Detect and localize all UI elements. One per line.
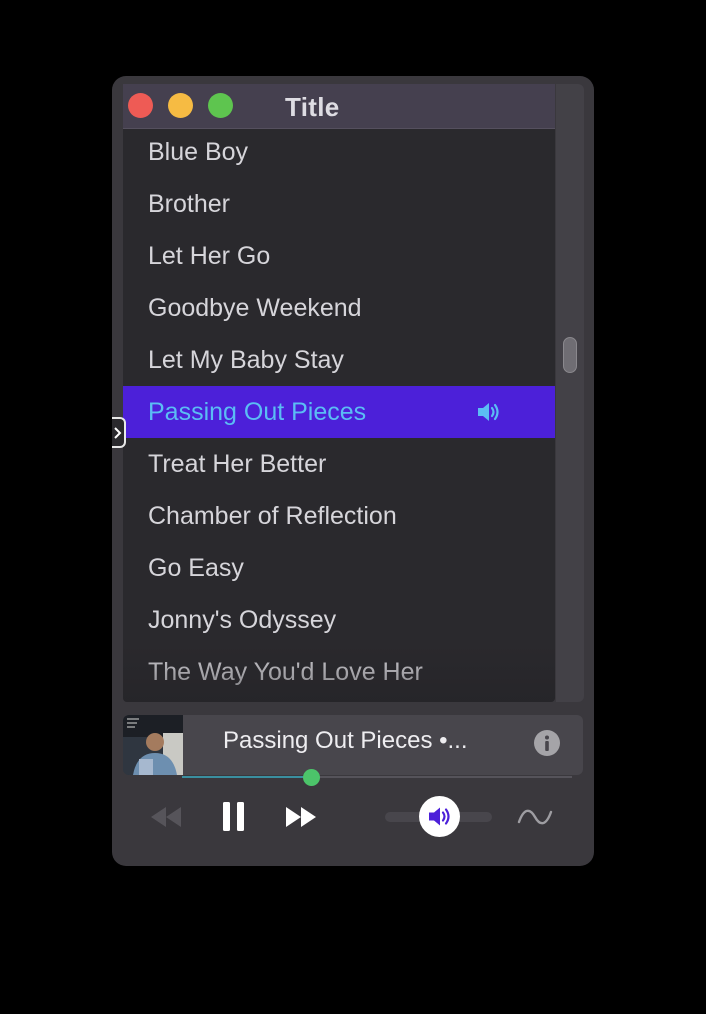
playlist-panel: Title Blue Boy Brother Let Her Go Goodby… <box>123 84 555 702</box>
track-title: Blue Boy <box>148 138 249 166</box>
track-title: Passing Out Pieces <box>148 398 367 426</box>
track-title: Chamber of Reflection <box>148 502 397 530</box>
minimize-button[interactable] <box>168 93 193 118</box>
pause-icon[interactable] <box>222 801 246 832</box>
speaker-icon <box>429 807 450 826</box>
track-title: Treat Her Better <box>148 450 327 478</box>
track-row[interactable]: Let My Baby Stay <box>123 334 555 386</box>
track-row[interactable]: Chamber of Reflection <box>123 490 555 542</box>
track-row[interactable]: Brother <box>123 178 555 230</box>
speaker-icon <box>478 403 499 421</box>
track-title: Let Her Go <box>148 242 271 270</box>
sidebar-toggle[interactable] <box>112 417 126 448</box>
track-row[interactable]: The Way You'd Love Her <box>123 646 555 698</box>
now-playing-title: Passing Out Pieces •... <box>223 727 468 755</box>
now-playing-track: Passing Out Pieces <box>223 727 433 754</box>
track-row[interactable]: Jonny's Odyssey <box>123 594 555 646</box>
progress-fill <box>182 776 311 778</box>
track-row[interactable]: Blue Boy <box>123 126 555 178</box>
track-row[interactable]: Goodbye Weekend <box>123 282 555 334</box>
album-art-image <box>123 715 183 775</box>
track-title: Jonny's Odyssey <box>148 606 337 634</box>
volume-knob[interactable] <box>419 796 460 837</box>
track-title: Goodbye Weekend <box>148 294 362 322</box>
window-title: Title <box>285 92 340 122</box>
now-playing-bar[interactable]: Passing Out Pieces •... <box>123 715 583 775</box>
track-row[interactable]: Go Easy <box>123 542 555 594</box>
now-playing-suffix: •... <box>432 727 468 754</box>
track-title: Let My Baby Stay <box>148 346 344 374</box>
wave-icon[interactable] <box>516 804 554 830</box>
title-bar[interactable]: Title <box>123 84 555 129</box>
track-title: Brother <box>148 190 230 218</box>
track-row[interactable]: Let Her Go <box>123 230 555 282</box>
progress-knob[interactable] <box>303 769 320 786</box>
scrollbar-thumb[interactable] <box>563 337 577 373</box>
track-title: Go Easy <box>148 554 244 582</box>
track-row-playing[interactable]: Passing Out Pieces <box>123 386 555 438</box>
album-art <box>123 715 183 775</box>
scrollbar[interactable] <box>556 84 584 702</box>
close-button[interactable] <box>128 93 153 118</box>
info-icon[interactable] <box>534 730 560 756</box>
maximize-button[interactable] <box>208 93 233 118</box>
chevron-right-icon <box>114 427 122 439</box>
player-window: Title Blue Boy Brother Let Her Go Goodby… <box>112 76 594 866</box>
track-row[interactable]: Treat Her Better <box>123 438 555 490</box>
track-title: The Way You'd Love Her <box>148 658 423 686</box>
rewind-icon[interactable] <box>148 804 184 830</box>
fast-forward-icon[interactable] <box>284 804 320 830</box>
